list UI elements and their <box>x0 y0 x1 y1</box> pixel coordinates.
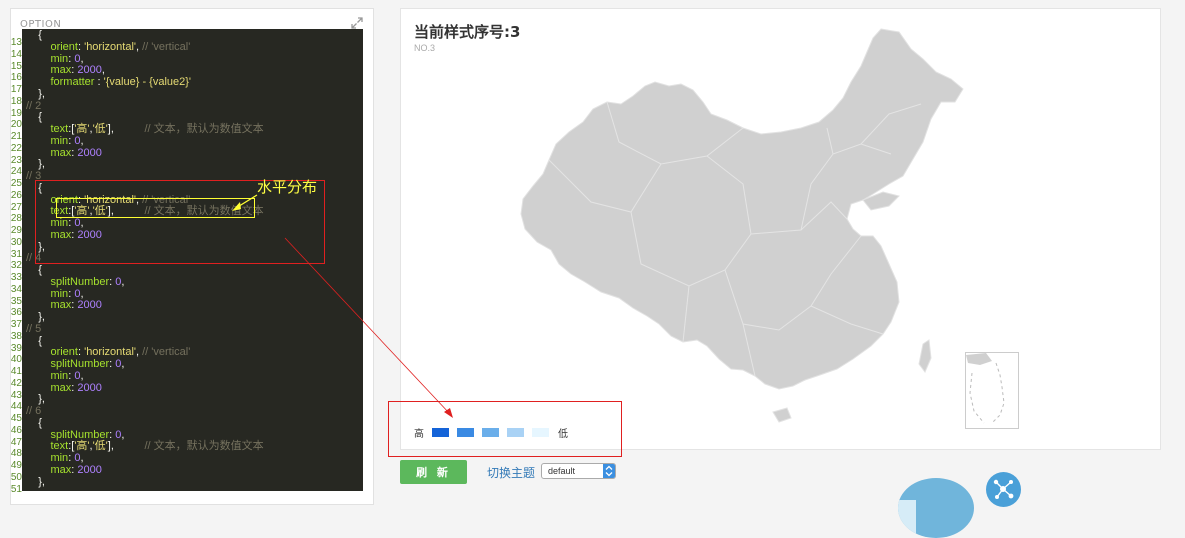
line-number: 44 <box>10 401 22 413</box>
line-number: 51 <box>10 483 22 495</box>
line-number: 34 <box>10 283 22 295</box>
refresh-button[interactable]: 刷 新 <box>400 460 467 484</box>
line-number: 31 <box>10 248 22 260</box>
line-number: 13 <box>10 37 22 48</box>
line-number: 36 <box>10 307 22 319</box>
line-number: 40 <box>10 354 22 366</box>
line-number: 37 <box>10 319 22 330</box>
line-number: 18 <box>10 95 22 107</box>
line-number: 26 <box>10 189 22 201</box>
line-number: 47 <box>10 436 22 448</box>
line-number: 25 <box>10 178 22 189</box>
line-number: 24 <box>10 166 22 178</box>
line-number: 23 <box>10 154 22 166</box>
line-number: 17 <box>10 84 22 95</box>
line-number: 46 <box>10 424 22 436</box>
line-number: 27 <box>10 201 22 213</box>
line-number: 42 <box>10 377 22 389</box>
line-number: 21 <box>10 131 22 142</box>
pie-chart-thumbnail[interactable] <box>898 478 974 538</box>
line-number: 30 <box>10 236 22 248</box>
pie-slice <box>898 500 916 538</box>
line-number: 22 <box>10 142 22 154</box>
line-number: 48 <box>10 448 22 460</box>
yellow-arrowhead <box>232 202 241 211</box>
theme-select-value: default <box>548 466 576 476</box>
line-number: 20 <box>10 119 22 131</box>
chevron-updown-icon <box>603 464 615 478</box>
line-number: 32 <box>10 260 22 272</box>
line-number: 16 <box>10 72 22 84</box>
line-number: 49 <box>10 460 22 471</box>
theme-select[interactable]: default <box>541 463 616 479</box>
network-graph-icon[interactable] <box>986 472 1021 507</box>
line-number: 50 <box>10 471 22 483</box>
line-number: 41 <box>10 366 22 377</box>
line-number: 19 <box>10 107 22 119</box>
red-arrow <box>284 237 451 415</box>
line-number: 43 <box>10 389 22 401</box>
line-number: 33 <box>10 272 22 283</box>
switch-theme-label: 切换主题 <box>487 466 536 480</box>
annotation-legend-highlight-box <box>388 401 622 457</box>
line-number: 35 <box>10 295 22 307</box>
line-number: 29 <box>10 225 22 236</box>
line-number: 28 <box>10 213 22 225</box>
line-number: 38 <box>10 330 22 342</box>
line-number: 14 <box>10 48 22 60</box>
line-number: 45 <box>10 413 22 424</box>
line-number: 39 <box>10 342 22 354</box>
line-number: 15 <box>10 60 22 72</box>
